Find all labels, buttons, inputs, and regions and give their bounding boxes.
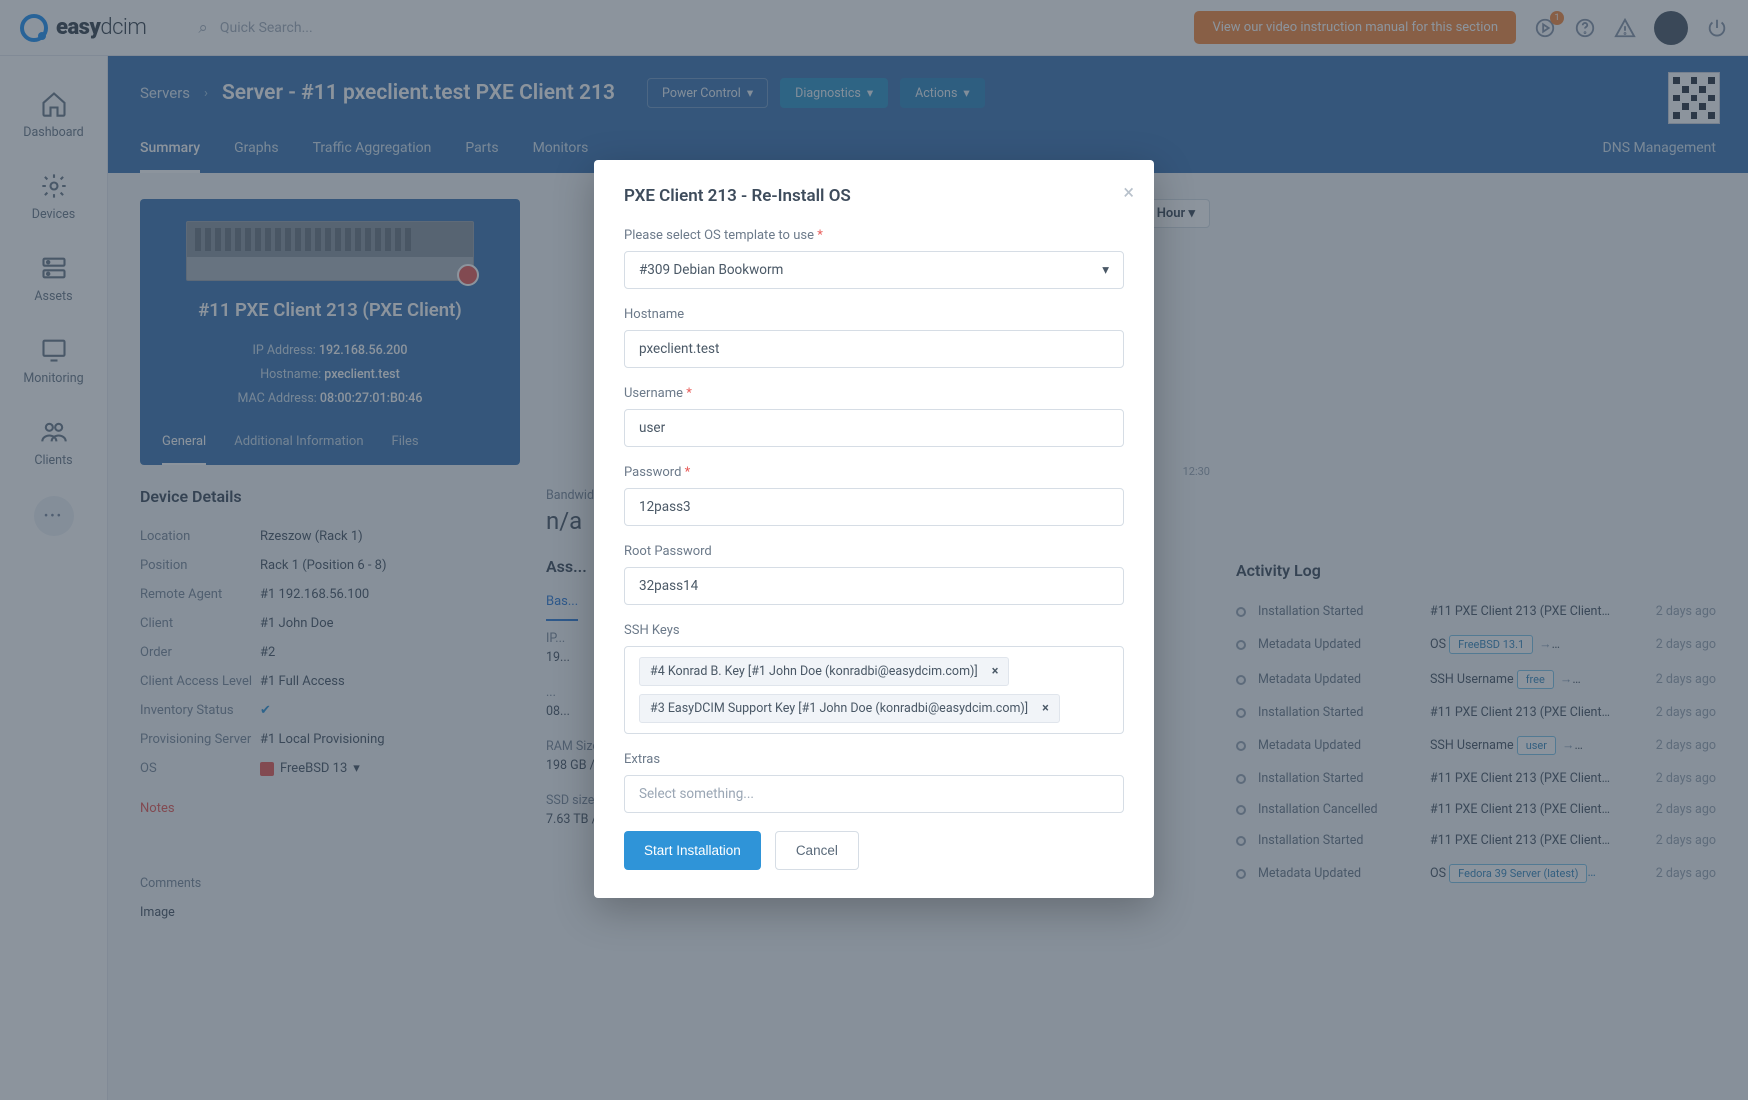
root-password-label: Root Password xyxy=(624,544,1124,559)
extras-label: Extras xyxy=(624,752,1124,767)
username-label: Username * xyxy=(624,386,1124,401)
os-template-label: Please select OS template to use * xyxy=(624,228,1124,243)
ssh-key-chip: #3 EasyDCIM Support Key [#1 John Doe (ko… xyxy=(639,694,1060,723)
chevron-down-icon: ▾ xyxy=(1102,262,1109,278)
remove-ssh-key-icon[interactable]: × xyxy=(992,664,999,679)
remove-ssh-key-icon[interactable]: × xyxy=(1042,701,1049,716)
ssh-keys-label: SSH Keys xyxy=(624,623,1124,638)
extras-select[interactable]: Select something... xyxy=(624,775,1124,813)
ssh-key-chip: #4 Konrad B. Key [#1 John Doe (konradbi@… xyxy=(639,657,1009,686)
close-icon[interactable]: × xyxy=(1123,180,1134,204)
root-password-input[interactable] xyxy=(624,567,1124,605)
reinstall-os-modal: × PXE Client 213 - Re-Install OS Please … xyxy=(594,160,1154,898)
os-template-select[interactable]: #309 Debian Bookworm▾ xyxy=(624,251,1124,289)
username-input[interactable] xyxy=(624,409,1124,447)
password-label: Password * xyxy=(624,465,1124,480)
modal-title: PXE Client 213 - Re-Install OS xyxy=(624,186,1124,206)
start-installation-button[interactable]: Start Installation xyxy=(624,831,761,870)
cancel-button[interactable]: Cancel xyxy=(775,831,859,870)
hostname-input[interactable] xyxy=(624,330,1124,368)
hostname-label: Hostname xyxy=(624,307,1124,322)
modal-overlay[interactable]: × PXE Client 213 - Re-Install OS Please … xyxy=(0,0,1748,1100)
ssh-keys-box[interactable]: #4 Konrad B. Key [#1 John Doe (konradbi@… xyxy=(624,646,1124,734)
password-input[interactable] xyxy=(624,488,1124,526)
